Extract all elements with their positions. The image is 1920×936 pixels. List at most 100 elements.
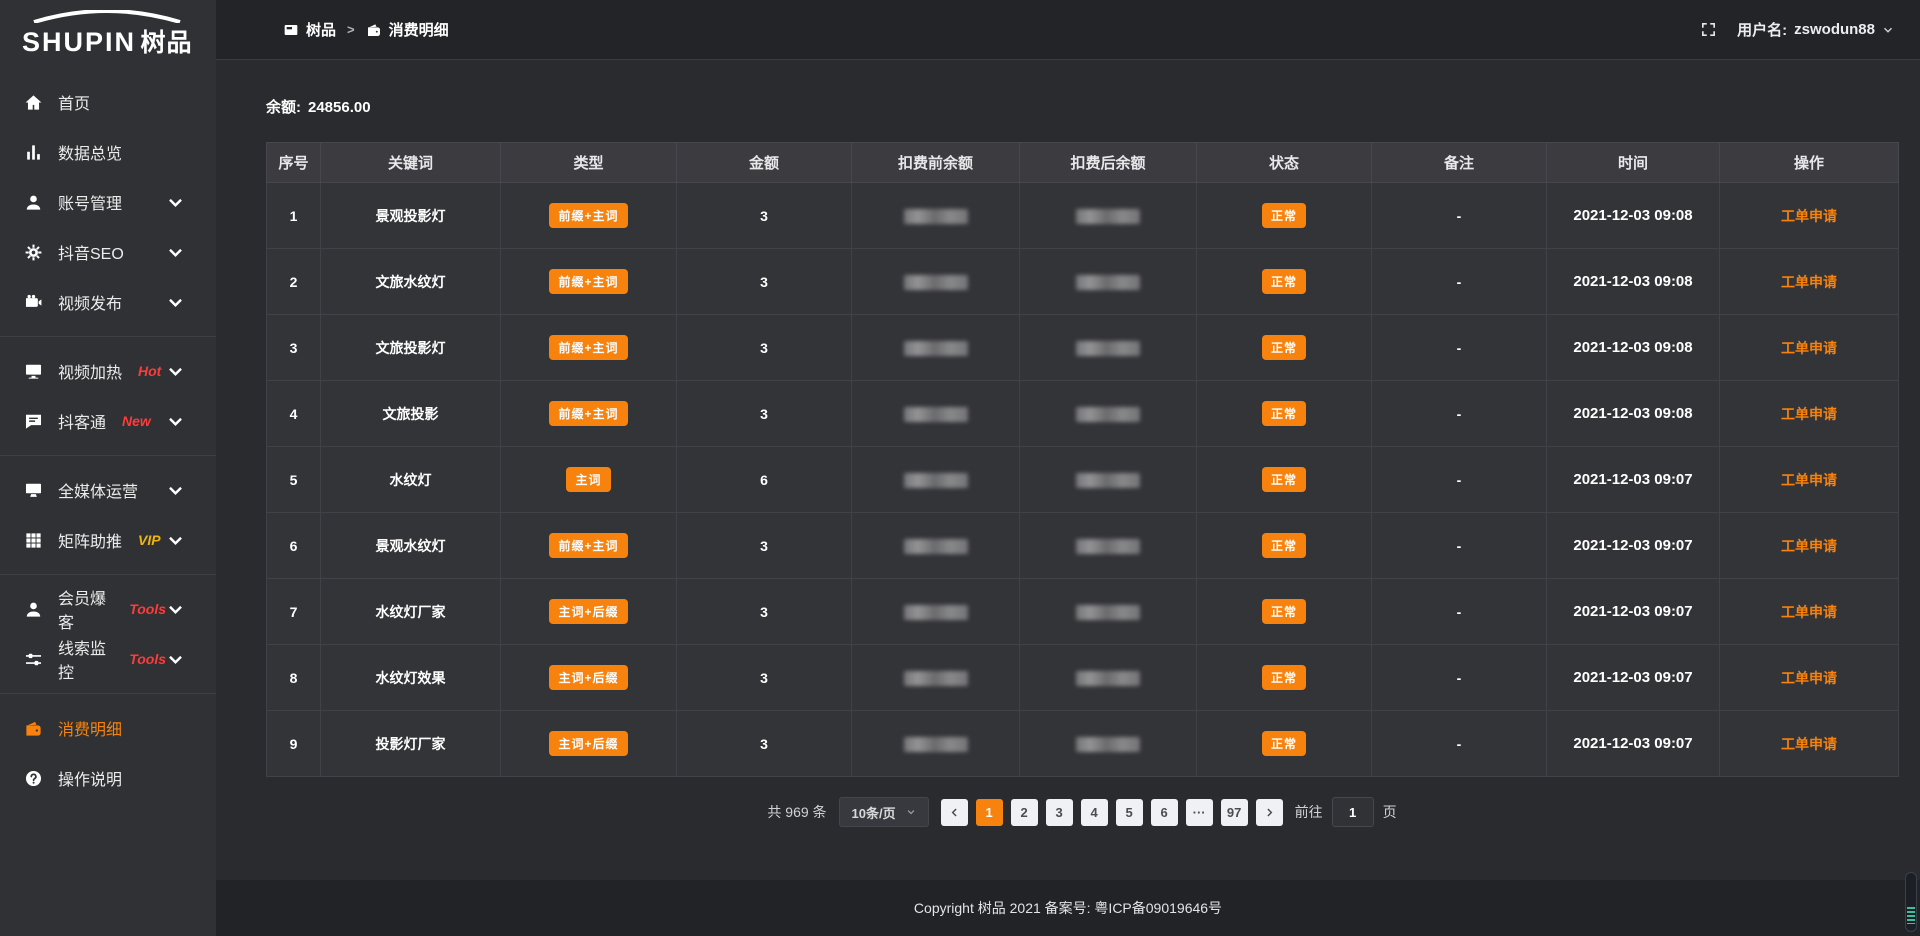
sidebar-item-home[interactable]: 首页 bbox=[0, 77, 216, 127]
cell-amount: 3 bbox=[677, 645, 852, 711]
table-row: 6景观水纹灯前缀+主词3正常-2021-12-03 09:07工单申请 bbox=[267, 513, 1899, 579]
cell-status: 正常 bbox=[1197, 645, 1372, 711]
cell-balance-before bbox=[852, 315, 1020, 381]
sidebar-item-video-heating[interactable]: 视频加热Hot bbox=[0, 346, 216, 396]
cell-time: 2021-12-03 09:08 bbox=[1547, 381, 1720, 447]
cell-time: 2021-12-03 09:07 bbox=[1547, 711, 1720, 777]
masked-balance-after bbox=[1076, 209, 1140, 224]
work-order-link[interactable]: 工单申请 bbox=[1781, 340, 1837, 356]
cell-balance-before bbox=[852, 513, 1020, 579]
question-icon bbox=[24, 769, 43, 788]
page-button[interactable]: 5 bbox=[1116, 799, 1143, 826]
cell-amount: 3 bbox=[677, 249, 852, 315]
page-size-select[interactable]: 10条/页 bbox=[839, 797, 929, 827]
sidebar-item-label: 线索监控 bbox=[58, 635, 113, 683]
cell-keyword: 水纹灯厂家 bbox=[321, 579, 501, 645]
ellipsis-button[interactable]: ··· bbox=[1186, 799, 1213, 826]
cell-note: - bbox=[1372, 579, 1547, 645]
page-button[interactable]: 3 bbox=[1046, 799, 1073, 826]
logo-cn-text: 树品 bbox=[140, 29, 192, 57]
chevron-right-icon bbox=[1264, 807, 1275, 818]
work-order-link[interactable]: 工单申请 bbox=[1781, 736, 1837, 752]
wallet-icon bbox=[366, 22, 382, 38]
column-header: 金额 bbox=[677, 143, 852, 183]
chevron-down-icon bbox=[166, 531, 185, 550]
type-badge: 前缀+主词 bbox=[549, 401, 627, 426]
consumption-table: 序号关键词类型金额扣费前余额扣费后余额状态备注时间操作 1景观投影灯前缀+主词3… bbox=[266, 142, 1899, 777]
cell-note: - bbox=[1372, 645, 1547, 711]
table-row: 8水纹灯效果主词+后缀3正常-2021-12-03 09:07工单申请 bbox=[267, 645, 1899, 711]
cell-status: 正常 bbox=[1197, 381, 1372, 447]
cell-status: 正常 bbox=[1197, 183, 1372, 249]
type-badge: 前缀+主词 bbox=[549, 533, 627, 558]
goto-suffix: 页 bbox=[1383, 802, 1397, 822]
breadcrumb-item-shupin[interactable]: 树品 bbox=[283, 19, 336, 40]
cell-balance-before bbox=[852, 711, 1020, 777]
cell-status: 正常 bbox=[1197, 249, 1372, 315]
next-page-button[interactable] bbox=[1256, 799, 1283, 826]
cell-note: - bbox=[1372, 381, 1547, 447]
sidebar-item-data-overview[interactable]: 数据总览 bbox=[0, 127, 216, 177]
cell-type: 主词+后缀 bbox=[501, 579, 677, 645]
cell-keyword: 文旅投影灯 bbox=[321, 315, 501, 381]
cell-action: 工单申请 bbox=[1720, 711, 1899, 777]
masked-balance-before bbox=[904, 407, 968, 422]
header-row: 序号关键词类型金额扣费前余额扣费后余额状态备注时间操作 bbox=[267, 143, 1899, 183]
sidebar-item-label: 视频发布 bbox=[58, 290, 122, 314]
breadcrumb-item-consumption-detail[interactable]: 消费明细 bbox=[366, 19, 449, 40]
status-badge: 正常 bbox=[1262, 731, 1306, 756]
type-badge: 前缀+主词 bbox=[549, 203, 627, 228]
total-count: 共 969 条 bbox=[767, 802, 826, 822]
sidebar-item-lead-monitor[interactable]: 线索监控Tools bbox=[0, 634, 216, 684]
work-order-link[interactable]: 工单申请 bbox=[1781, 406, 1837, 422]
sidebar-item-video-publish[interactable]: 视频发布 bbox=[0, 277, 216, 327]
sidebar-item-douyin-seo[interactable]: 抖音SEO bbox=[0, 227, 216, 277]
balance: 余额:24856.00 bbox=[266, 96, 1898, 117]
cell-keyword: 文旅投影 bbox=[321, 381, 501, 447]
cell-time: 2021-12-03 09:07 bbox=[1547, 447, 1720, 513]
masked-balance-before bbox=[904, 473, 968, 488]
work-order-link[interactable]: 工单申请 bbox=[1781, 274, 1837, 290]
scrollbar-widget[interactable] bbox=[1905, 872, 1917, 932]
work-order-link[interactable]: 工单申请 bbox=[1781, 538, 1837, 554]
sidebar: SHUPIN 树品 首页数据总览账号管理抖音SEO视频发布视频加热Hot抖客通N… bbox=[0, 0, 216, 936]
sidebar-item-consumption-detail[interactable]: 消费明细 bbox=[0, 703, 216, 753]
sidebar-item-doukertong[interactable]: 抖客通New bbox=[0, 396, 216, 446]
masked-balance-after bbox=[1076, 737, 1140, 752]
username-label: 用户名: bbox=[1737, 19, 1787, 40]
sidebar-item-account-management[interactable]: 账号管理 bbox=[0, 177, 216, 227]
breadcrumb: 树品>消费明细 bbox=[283, 19, 449, 40]
page-button[interactable]: 1 bbox=[976, 799, 1003, 826]
cell-index: 1 bbox=[267, 183, 321, 249]
status-badge: 正常 bbox=[1262, 533, 1306, 558]
member-icon bbox=[24, 600, 43, 619]
work-order-link[interactable]: 工单申请 bbox=[1781, 670, 1837, 686]
cell-note: - bbox=[1372, 183, 1547, 249]
work-order-link[interactable]: 工单申请 bbox=[1781, 208, 1837, 224]
sidebar-item-member-burst[interactable]: 会员爆客Tools bbox=[0, 584, 216, 634]
sidebar-item-all-media-operation[interactable]: 全媒体运营 bbox=[0, 465, 216, 515]
table-row: 3文旅投影灯前缀+主词3正常-2021-12-03 09:08工单申请 bbox=[267, 315, 1899, 381]
prev-page-button[interactable] bbox=[941, 799, 968, 826]
table-row: 5水纹灯主词6正常-2021-12-03 09:07工单申请 bbox=[267, 447, 1899, 513]
page-button[interactable]: 2 bbox=[1011, 799, 1038, 826]
page-list: 123456 ··· 97 bbox=[941, 799, 1283, 826]
scrollbar-stripes bbox=[1907, 907, 1915, 924]
sidebar-item-label: 账号管理 bbox=[58, 190, 122, 214]
cell-amount: 3 bbox=[677, 381, 852, 447]
cell-keyword: 景观投影灯 bbox=[321, 183, 501, 249]
cell-action: 工单申请 bbox=[1720, 513, 1899, 579]
page-button[interactable]: 97 bbox=[1221, 799, 1248, 826]
cell-balance-after bbox=[1020, 381, 1197, 447]
work-order-link[interactable]: 工单申请 bbox=[1781, 604, 1837, 620]
tv-icon bbox=[24, 362, 43, 381]
sidebar-item-operation-guide[interactable]: 操作说明 bbox=[0, 753, 216, 803]
user-menu[interactable]: 用户名: zswodun88 bbox=[1737, 19, 1894, 40]
cell-action: 工单申请 bbox=[1720, 447, 1899, 513]
goto-page-input[interactable] bbox=[1332, 797, 1374, 827]
work-order-link[interactable]: 工单申请 bbox=[1781, 472, 1837, 488]
page-button[interactable]: 6 bbox=[1151, 799, 1178, 826]
page-button[interactable]: 4 bbox=[1081, 799, 1108, 826]
fullscreen-icon[interactable] bbox=[1700, 21, 1717, 38]
sidebar-item-matrix-boost[interactable]: 矩阵助推VIP bbox=[0, 515, 216, 565]
